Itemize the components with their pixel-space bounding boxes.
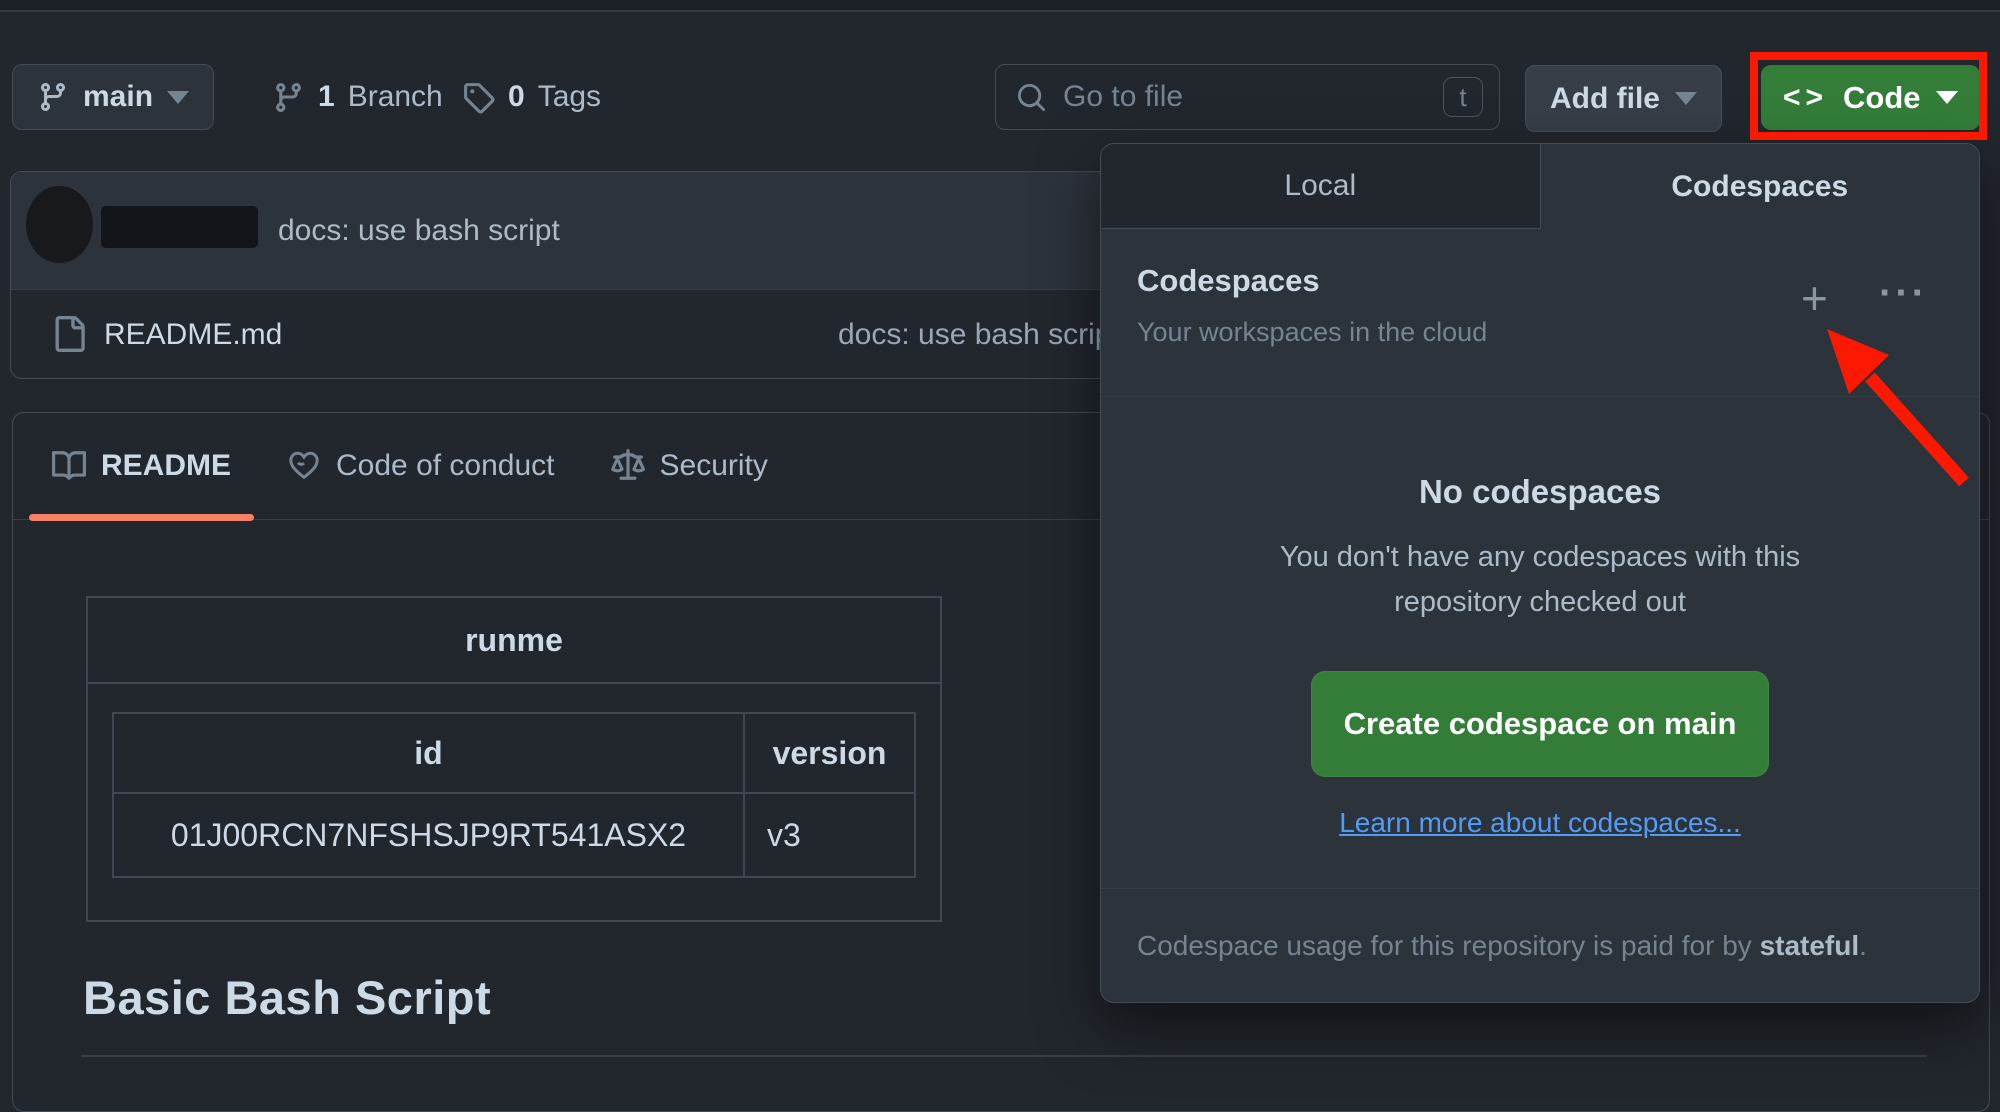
chevron-down-icon [167, 91, 189, 104]
file-icon [51, 314, 87, 354]
search-icon [1016, 82, 1047, 113]
code-icon: <> [1783, 81, 1828, 115]
shortcut-key-badge: t [1443, 77, 1483, 117]
go-to-file-search[interactable]: t [995, 64, 1500, 130]
branch-count-label: Branch [348, 80, 443, 114]
chevron-down-icon [1936, 91, 1958, 104]
tab-code-of-conduct[interactable]: Code of conduct [264, 413, 577, 519]
tab-readme[interactable]: README [29, 413, 254, 519]
codespaces-header: Codespaces Your workspaces in the cloud … [1101, 229, 1979, 397]
file-name-link[interactable]: README.md [104, 318, 282, 352]
new-codespace-plus-icon[interactable]: + [1801, 275, 1828, 321]
footer-org-name: stateful [1760, 930, 1860, 961]
readme-table-title: runme [88, 598, 940, 684]
top-divider [0, 10, 2000, 12]
create-codespace-button[interactable]: Create codespace on main [1311, 671, 1769, 777]
table-cell-id: 01J00RCN7NFSHSJP9RT541ASX2 [113, 793, 744, 877]
tab-security-label: Security [660, 449, 768, 483]
tags-stat[interactable]: 0 Tags [462, 64, 601, 130]
code-popover-tabs: Local Codespaces [1101, 144, 1979, 229]
footer-text: Codespace usage for this repository is p… [1137, 930, 1760, 961]
tab-codespaces[interactable]: Codespaces [1541, 144, 1980, 229]
branch-selector-button[interactable]: main [12, 64, 214, 130]
code-popover: Local Codespaces Codespaces Your workspa… [1100, 143, 1980, 1003]
file-commit-message[interactable]: docs: use bash script [838, 318, 1120, 352]
branches-stat[interactable]: 1 Branch [272, 64, 443, 130]
empty-state-title: No codespaces [1101, 473, 1979, 511]
heart-icon [287, 449, 321, 483]
add-file-label: Add file [1550, 82, 1660, 116]
readme-table: runme id version 01J00RCN7NFSHSJP9RT541A… [86, 596, 942, 922]
search-input[interactable] [1061, 79, 1429, 115]
learn-more-link[interactable]: Learn more about codespaces... [1339, 807, 1741, 839]
table-header-id: id [113, 713, 744, 793]
code-button-label: Code [1843, 80, 1921, 116]
tab-code-of-conduct-label: Code of conduct [336, 449, 554, 483]
kebab-menu-icon[interactable]: ··· [1879, 273, 1928, 313]
table-header-version: version [744, 713, 915, 793]
tag-count: 0 [508, 80, 525, 114]
redacted-author-name [101, 206, 258, 248]
tag-count-label: Tags [538, 80, 601, 114]
tag-icon [462, 81, 495, 114]
tab-security[interactable]: Security [588, 413, 791, 519]
git-branch-icon [272, 81, 305, 114]
branch-count: 1 [318, 80, 335, 114]
commit-message-link[interactable]: docs: use bash script [278, 172, 560, 289]
law-scales-icon [611, 449, 645, 483]
top-strip [0, 0, 2000, 10]
add-file-button[interactable]: Add file [1525, 65, 1722, 132]
code-button[interactable]: <> Code [1761, 65, 1980, 130]
chevron-down-icon [1675, 92, 1697, 105]
heading-divider [81, 1055, 1927, 1057]
empty-state-description: You don't have any codespaces with this … [1220, 535, 1860, 625]
codespace-usage-footer: Codespace usage for this repository is p… [1101, 888, 1979, 1002]
avatar[interactable] [26, 186, 93, 263]
git-branch-icon [37, 81, 69, 113]
book-icon [52, 449, 86, 483]
footer-suffix: . [1859, 930, 1867, 961]
tab-local[interactable]: Local [1101, 144, 1541, 229]
table-row: 01J00RCN7NFSHSJP9RT541ASX2 v3 [113, 793, 915, 877]
table-cell-version: v3 [744, 793, 915, 877]
tab-readme-label: README [101, 449, 231, 483]
current-branch-label: main [83, 80, 153, 114]
